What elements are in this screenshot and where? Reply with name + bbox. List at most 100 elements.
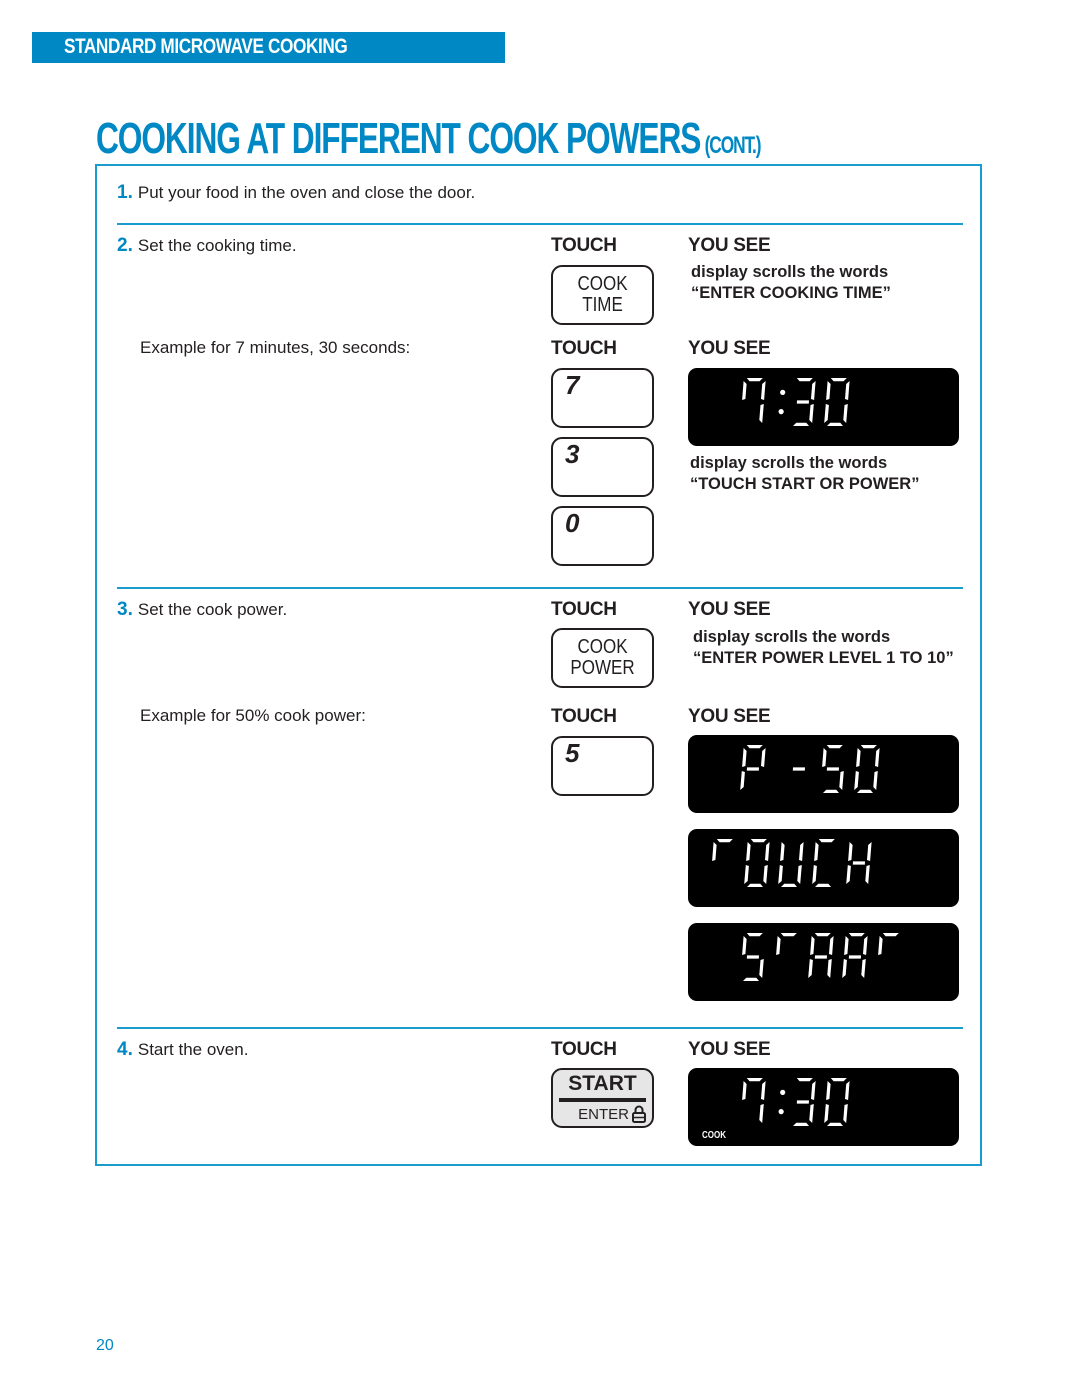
lcd-segment — [843, 404, 848, 423]
lcd-segment — [759, 1104, 764, 1123]
lcd-glyph-0 — [854, 745, 880, 793]
lcd-segment — [796, 1078, 813, 1082]
lcd-segment — [823, 789, 839, 793]
lcd-glyph-a — [808, 933, 834, 978]
step-text: Set the cooking time. — [137, 236, 297, 255]
lcd-segment — [848, 933, 865, 937]
lcd-segment — [848, 842, 853, 861]
key-digit: 5 — [565, 738, 580, 768]
section-label: STANDARD MICROWAVE COOKING — [64, 35, 348, 58]
display-description: display scrolls the words “ENTER POWER L… — [693, 628, 954, 667]
lcd-segment — [746, 933, 763, 937]
lcd-segment — [742, 1081, 747, 1100]
step-number: 1. — [117, 182, 133, 203]
lcd-segment — [746, 378, 763, 382]
example-text: Example for 50% cook power: — [140, 706, 366, 725]
digit-0-key[interactable]: 0 — [551, 506, 654, 566]
lcd-glyph-t — [712, 839, 733, 861]
lcd-segment — [740, 771, 745, 790]
display-description: display scrolls the words “ENTER COOKING… — [691, 263, 891, 302]
lcd-segment — [814, 933, 831, 937]
key-digit: 7 — [565, 370, 580, 400]
start-enter-key[interactable]: START ENTER — [551, 1068, 654, 1128]
step-text: Set the cook power. — [137, 600, 288, 619]
lcd-segment — [793, 422, 809, 426]
page-title-suffix: (CONT.) — [704, 132, 762, 159]
lcd-display-time — [688, 368, 959, 446]
lcd-segment — [746, 767, 759, 771]
lcd-glyph-0 — [824, 378, 850, 426]
lcd-segment — [845, 381, 850, 400]
enter-label-group: ENTER — [578, 1105, 646, 1123]
step-4: 4. Start the oven. — [117, 1039, 248, 1061]
divider — [117, 223, 963, 225]
lock-icon — [632, 1105, 646, 1123]
lcd-segment — [812, 865, 817, 884]
lcd-segment — [860, 745, 877, 749]
lcd-segment — [822, 748, 827, 767]
digit-3-key[interactable]: 3 — [551, 437, 654, 497]
lcd-glyph-t — [776, 933, 797, 955]
key-digit: 3 — [565, 439, 580, 469]
lcd-segment — [759, 404, 764, 423]
touch-heading: TOUCH — [551, 1039, 617, 1060]
step-text: Put your food in the oven and close the … — [137, 183, 476, 202]
lcd-segment — [827, 1122, 843, 1126]
lcd-text — [740, 745, 880, 793]
lcd-text — [742, 1078, 850, 1126]
lcd-segment — [761, 381, 766, 400]
lcd-segment — [829, 936, 834, 955]
touch-heading: TOUCH — [551, 706, 617, 727]
lcd-segment — [839, 771, 844, 790]
lcd-segment — [742, 381, 747, 400]
you-see-heading: YOU SEE — [688, 599, 771, 620]
key-label: COOK TIME — [577, 273, 628, 316]
lcd-segment — [747, 883, 763, 887]
step-number: 4. — [117, 1039, 133, 1060]
you-see-heading: YOU SEE — [688, 1039, 771, 1060]
touch-heading: TOUCH — [551, 235, 617, 256]
lcd-segment — [852, 861, 865, 865]
lcd-segment — [857, 789, 873, 793]
lcd-segment — [843, 1104, 848, 1123]
touch-heading: TOUCH — [551, 599, 617, 620]
cook-power-key[interactable]: COOK POWER — [551, 628, 654, 688]
lcd-display-start — [688, 923, 959, 1001]
lcd-segment — [742, 748, 747, 767]
lcd-display-touch — [688, 829, 959, 907]
lcd-segment — [815, 883, 831, 887]
lcd-segment — [863, 936, 868, 955]
lcd-segment — [796, 1100, 809, 1104]
display-description: display scrolls the words “TOUCH START O… — [690, 454, 920, 493]
lcd-glyph-0 — [824, 1078, 850, 1126]
divider — [117, 587, 963, 589]
lcd-text — [742, 378, 850, 426]
lcd-segment — [761, 748, 766, 767]
digit-5-key[interactable]: 5 — [551, 736, 654, 796]
start-label: START — [568, 1072, 637, 1095]
you-see-heading: YOU SEE — [688, 706, 771, 727]
lcd-segment — [811, 1081, 816, 1100]
lcd-segment — [810, 936, 815, 955]
lcd-segment — [882, 933, 899, 937]
page-title: COOKING AT DIFFERENT COOK POWERS (CONT.) — [96, 114, 762, 164]
key-divider — [559, 1098, 646, 1102]
lcd-glyph-5 — [822, 745, 844, 793]
lcd-colon-dot — [778, 409, 784, 415]
digit-7-key[interactable]: 7 — [551, 368, 654, 428]
lcd-segment — [827, 959, 832, 978]
lcd-segment — [761, 1081, 766, 1100]
cook-time-key[interactable]: COOK TIME — [551, 265, 654, 325]
lcd-segment — [744, 865, 749, 884]
lcd-segment — [826, 745, 843, 749]
lcd-segment — [763, 865, 768, 884]
touch-heading: TOUCH — [551, 338, 617, 359]
lcd-glyph-3 — [793, 1078, 816, 1126]
lcd-segment — [746, 745, 763, 749]
lcd-segment — [781, 883, 797, 887]
lcd-segment — [716, 839, 733, 843]
lcd-segment — [826, 381, 831, 400]
lcd-segment — [746, 955, 759, 959]
lcd-segment — [845, 1081, 850, 1100]
lcd-segment — [842, 959, 847, 978]
